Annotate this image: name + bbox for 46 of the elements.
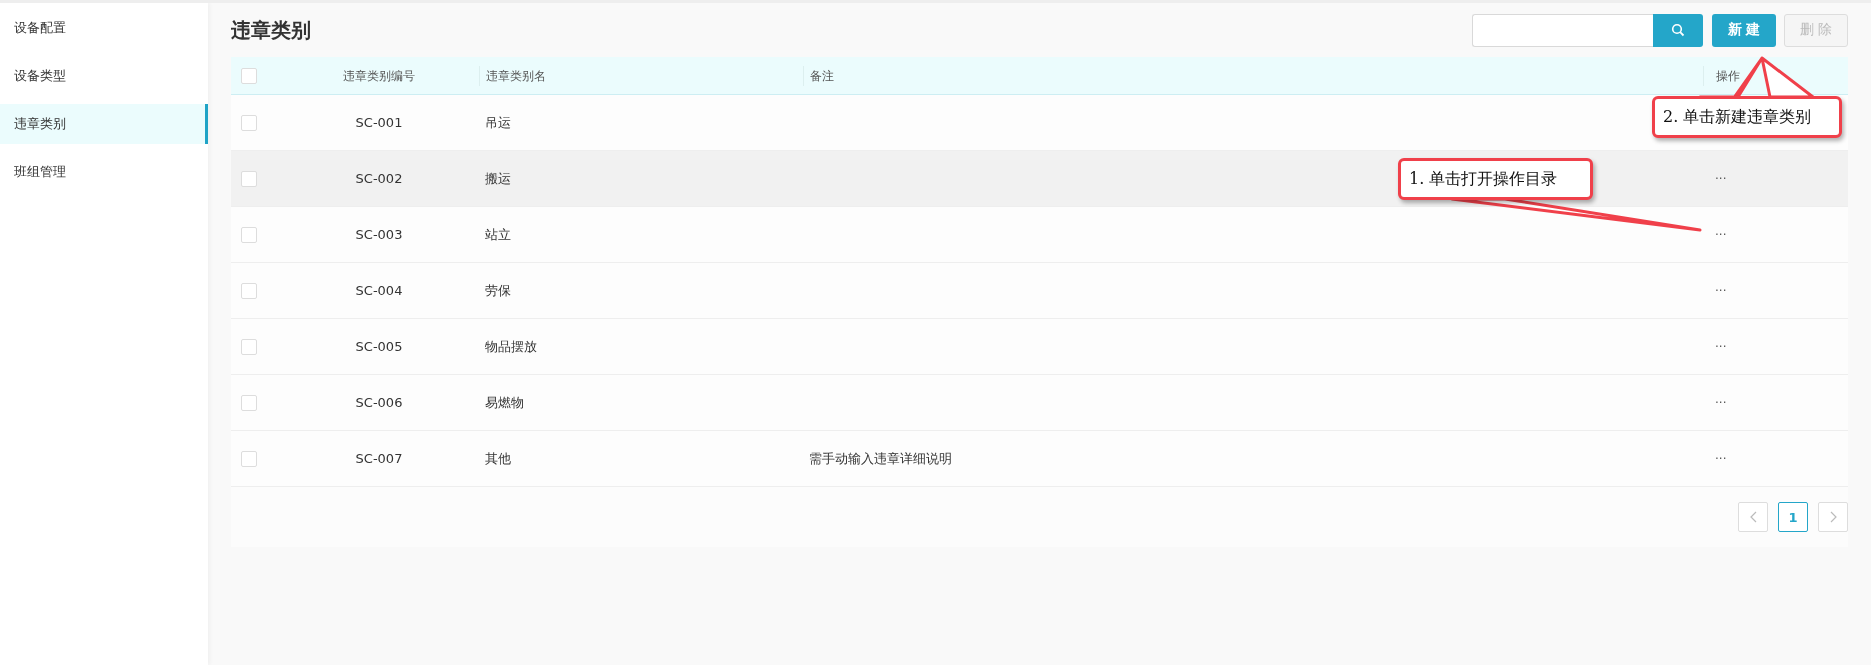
table-cell: SC-002 [355, 171, 403, 186]
row-checkbox[interactable] [241, 338, 257, 355]
sidebar-item[interactable]: 设备类型 [0, 56, 208, 96]
previous-page-button[interactable] [1738, 502, 1768, 532]
more-actions-button[interactable]: ··· [1715, 340, 1727, 354]
row-checkbox[interactable] [241, 394, 257, 411]
select-all-checkbox[interactable] [241, 67, 257, 84]
page-title: 违章类别 [231, 16, 311, 44]
row-checkbox[interactable] [241, 450, 257, 467]
table-cell: 需手动输入违章详细说明 [809, 450, 952, 466]
table-cell: 易燃物 [485, 394, 524, 410]
search-icon [1671, 23, 1685, 37]
column-header: 备注 [803, 65, 1703, 86]
search-field[interactable] [1472, 13, 1653, 47]
table-cell: SC-001 [355, 115, 403, 130]
table-cell: 其他 [485, 450, 511, 466]
table-cell: SC-003 [355, 227, 403, 242]
table-cell: SC-007 [355, 451, 403, 466]
more-actions-button[interactable]: ··· [1715, 284, 1727, 298]
sidebar-item[interactable]: 违章类别 [0, 104, 208, 144]
sidebar-item[interactable]: 班组管理 [0, 152, 208, 192]
row-checkbox[interactable] [241, 282, 257, 299]
table-cell: SC-006 [355, 395, 403, 410]
column-header: 违章类别名 [479, 65, 803, 86]
table-cell: SC-004 [355, 283, 403, 298]
table-cell: 搬运 [485, 170, 511, 186]
callout: 2. 单击新建违章类别 [1652, 96, 1842, 138]
table-cell: 物品摆放 [485, 338, 537, 354]
sidebar-item[interactable]: 设备配置 [0, 8, 208, 48]
search-button[interactable] [1653, 13, 1703, 47]
row-checkbox[interactable] [241, 114, 257, 131]
callout: 1. 单击打开操作目录 [1398, 158, 1593, 200]
column-header: 违章类别编号 [342, 67, 416, 85]
chevron-left-icon [1749, 511, 1757, 523]
row-checkbox[interactable] [241, 170, 257, 187]
table-cell: SC-005 [355, 339, 403, 354]
table-cell: 吊运 [485, 114, 511, 130]
row-checkbox[interactable] [241, 226, 257, 243]
more-actions-button[interactable]: ··· [1715, 396, 1727, 410]
more-actions-button[interactable]: ··· [1715, 172, 1727, 186]
more-actions-button[interactable]: ··· [1715, 452, 1727, 466]
chevron-right-icon [1829, 511, 1837, 523]
table-cell: 站立 [485, 226, 511, 242]
table-cell: 劳保 [485, 282, 511, 298]
more-actions-button[interactable]: ··· [1715, 228, 1727, 242]
next-page-button[interactable] [1818, 502, 1848, 532]
